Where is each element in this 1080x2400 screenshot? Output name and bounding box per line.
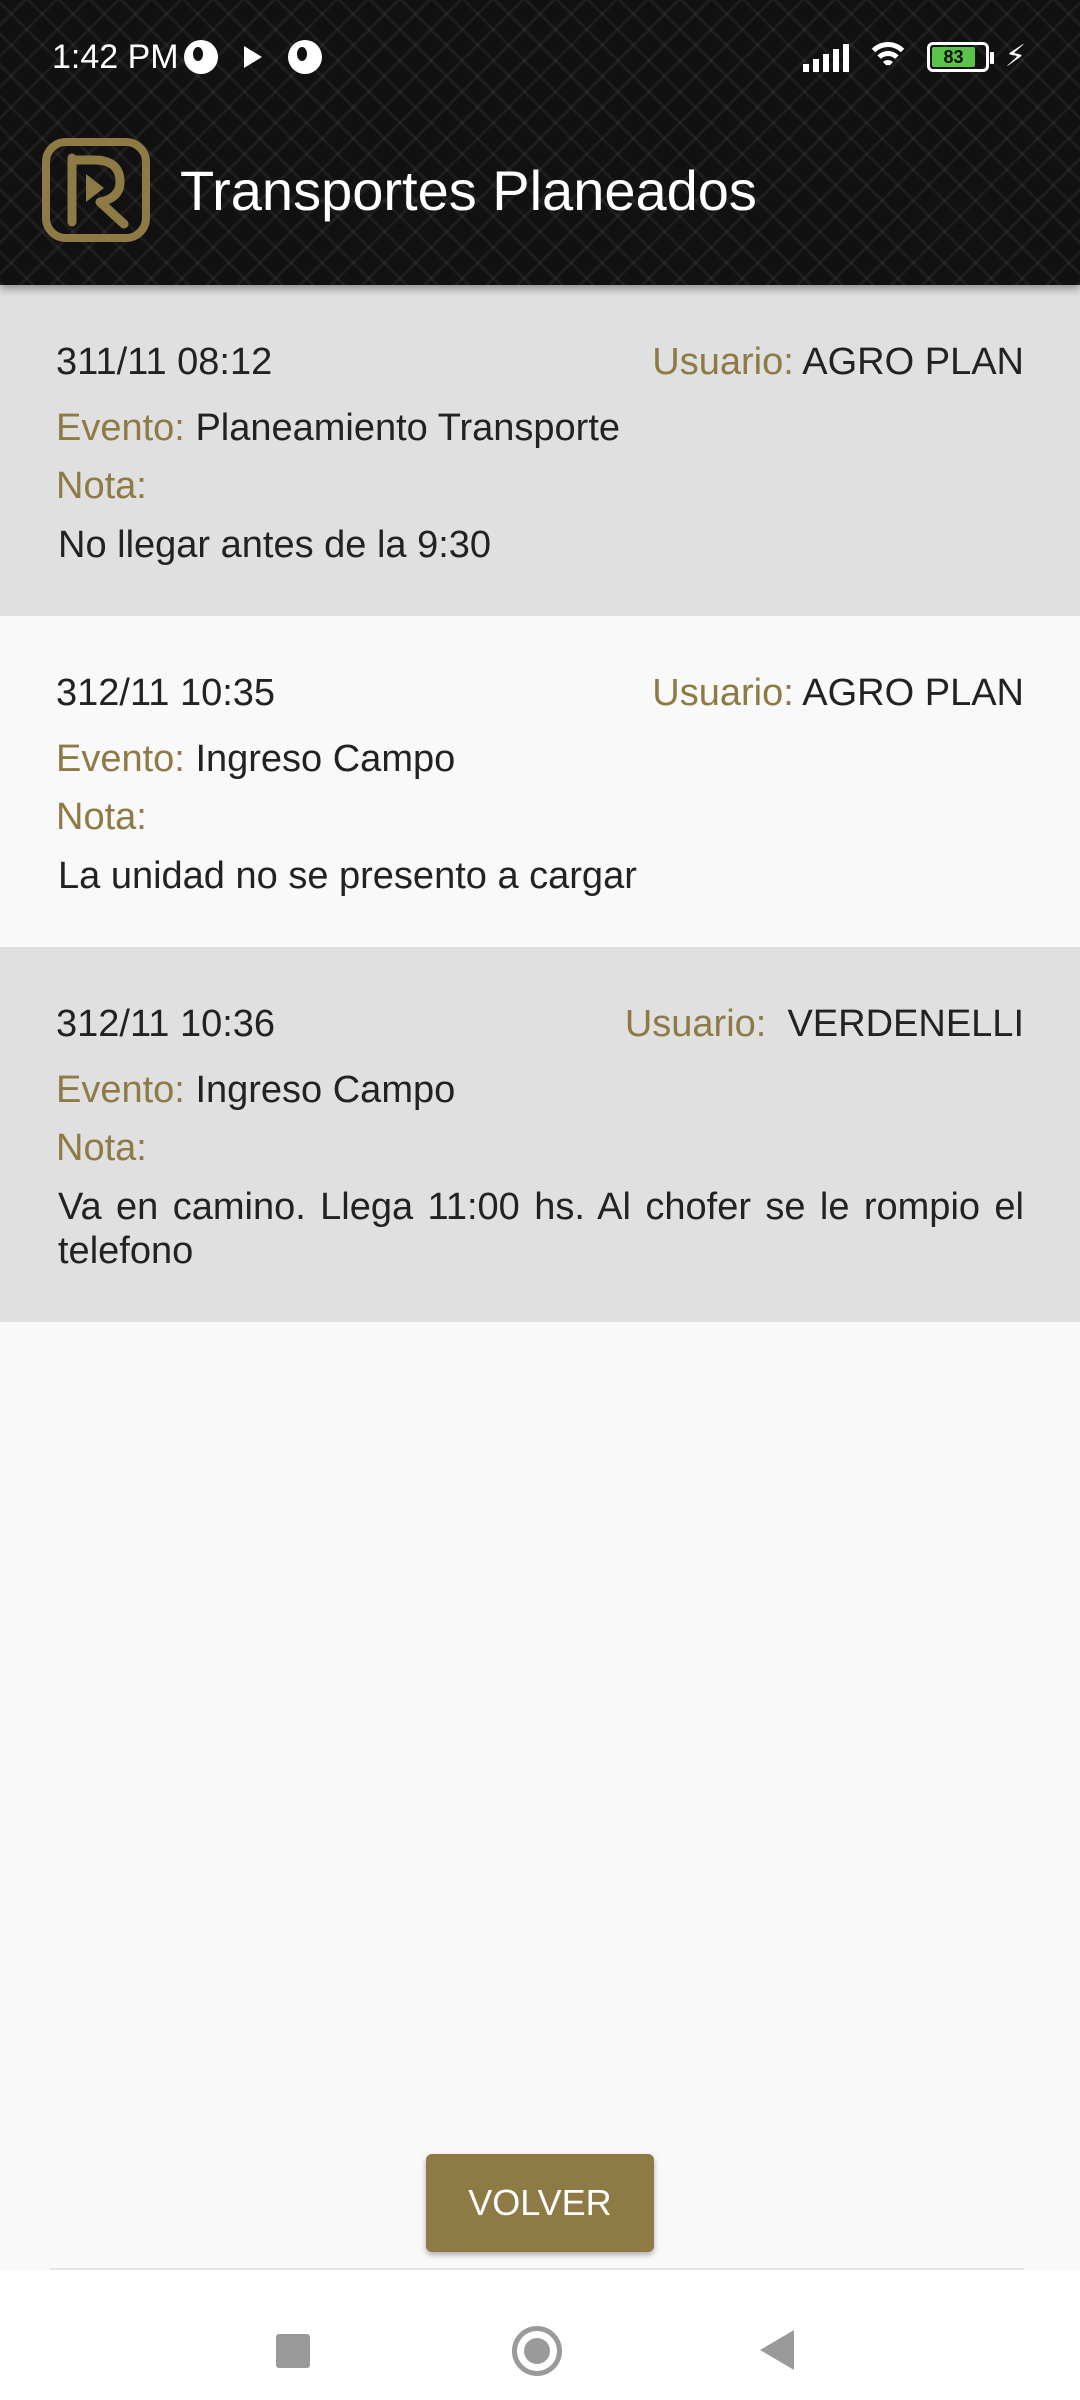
event-date: 312/11 10:35	[56, 672, 276, 714]
charging-icon: ⚡	[1004, 40, 1026, 73]
note-label: Nota:	[56, 796, 147, 838]
list-item[interactable]: 312/11 10:35 Usuario: AGRO PLAN Evento: …	[0, 616, 1080, 947]
status-system-icons: 83 ⚡	[802, 40, 1026, 74]
event-user: Usuario: VERDENELLI	[625, 1003, 1024, 1046]
event-value: Ingreso Campo	[195, 1069, 456, 1111]
user-label: Usuario:	[652, 341, 794, 383]
note-label: Nota:	[56, 465, 147, 507]
battery-level: 83	[931, 47, 976, 67]
navigation-bar	[0, 2270, 1080, 2400]
event-value: Planeamiento Transporte	[195, 407, 621, 449]
user-value: AGRO PLAN	[802, 341, 1024, 383]
user-label: Usuario:	[624, 1003, 767, 1045]
app-bar: 1:42 PM 83 ⚡ Transportes Planeados	[0, 0, 1080, 285]
event-date: 312/11 10:36	[56, 1003, 276, 1045]
note-text: No llegar antes de la 9:30	[58, 524, 492, 566]
status-notifications	[184, 40, 322, 74]
note-label: Nota:	[56, 1127, 147, 1169]
user-label: Usuario:	[652, 672, 794, 714]
event-user: Usuario: AGRO PLAN	[652, 341, 1024, 384]
list-item[interactable]: 311/11 08:12 Usuario: AGRO PLAN Evento: …	[0, 285, 1080, 616]
status-bar: 1:42 PM 83 ⚡	[0, 0, 1080, 120]
event-type: Evento: Ingreso Campo	[56, 730, 1024, 788]
signal-icon	[802, 42, 849, 72]
event-value: Ingreso Campo	[195, 738, 456, 780]
battery-icon: 83	[926, 42, 994, 72]
event-label: Evento:	[56, 407, 185, 449]
notification-icon	[184, 40, 218, 74]
note-text: Va en camino. Llega 11:00 hs. Al chofer …	[58, 1186, 1024, 1272]
recent-apps-icon[interactable]	[276, 2334, 310, 2368]
back-icon[interactable]	[760, 2330, 794, 2370]
event-label: Evento:	[56, 1069, 185, 1111]
home-icon[interactable]	[512, 2326, 562, 2376]
page-title: Transportes Planeados	[180, 159, 757, 222]
play-store-icon	[244, 46, 262, 68]
event-type: Evento: Ingreso Campo	[56, 1061, 1024, 1119]
user-value: AGRO PLAN	[802, 672, 1024, 714]
app-logo-icon	[42, 138, 150, 242]
event-user: Usuario: AGRO PLAN	[652, 672, 1024, 715]
event-type: Evento: Planeamiento Transporte	[56, 399, 1024, 457]
wifi-icon	[864, 40, 911, 74]
list-item[interactable]: 312/11 10:36 Usuario: VERDENELLI Evento:…	[0, 947, 1080, 1322]
status-time: 1:42 PM	[52, 38, 179, 76]
event-list: 311/11 08:12 Usuario: AGRO PLAN Evento: …	[0, 285, 1080, 1322]
event-date: 311/11 08:12	[56, 341, 273, 383]
volver-button[interactable]: VOLVER	[426, 2154, 654, 2252]
user-value: VERDENELLI	[776, 1003, 1024, 1045]
note-text: La unidad no se presento a cargar	[58, 855, 637, 897]
event-label: Evento:	[56, 738, 185, 780]
notification-icon	[288, 40, 322, 74]
